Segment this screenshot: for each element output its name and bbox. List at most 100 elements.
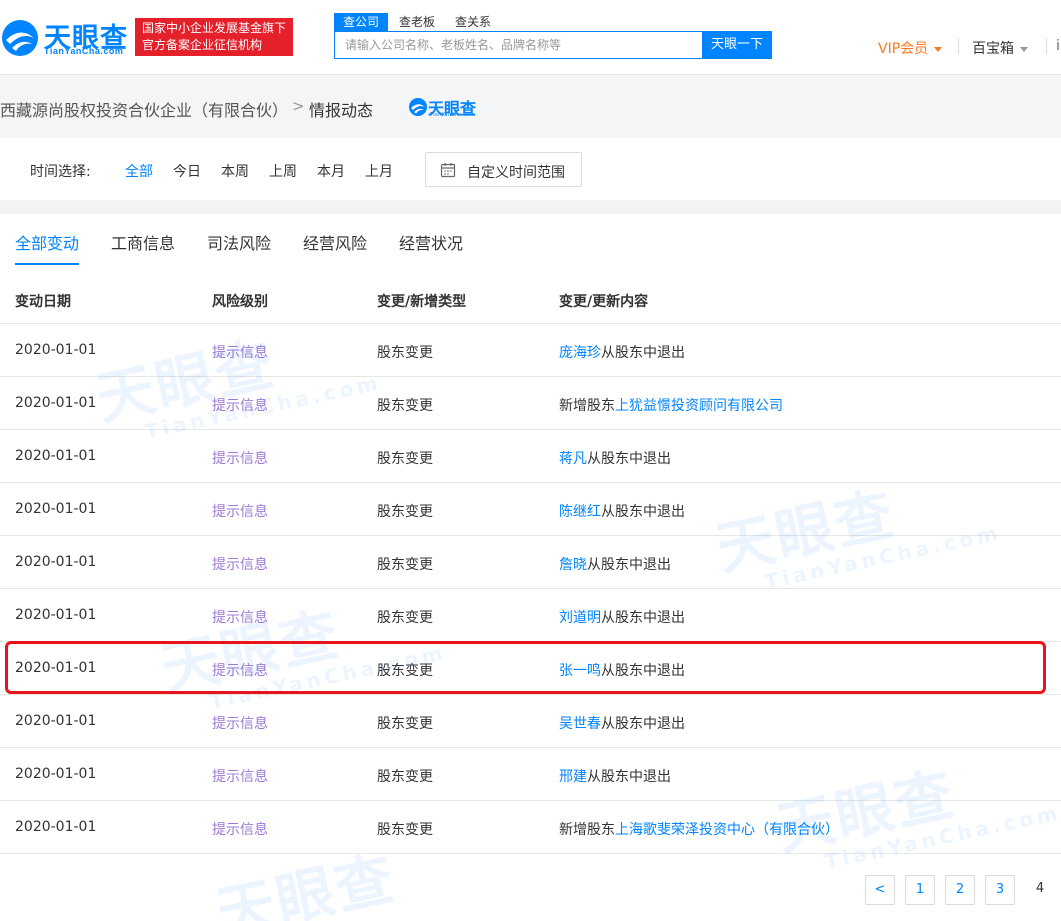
shareholder-link[interactable]: 吴世春 (559, 716, 601, 732)
logo-eye-icon (409, 98, 427, 116)
pagination-prev-button[interactable]: < (865, 875, 895, 905)
table-header: 变动日期 风险级别 变更/新增类型 变更/更新内容 (0, 266, 1061, 324)
content-suffix: 从股东中退出 (587, 451, 671, 467)
changes-panel: 全部变动 工商信息 司法风险 经营风险 经营状况 变动日期 风险级别 变更/新增… (0, 214, 1061, 921)
tab-all-changes[interactable]: 全部变动 (15, 230, 79, 254)
row-date: 2020-01-01 (15, 819, 97, 835)
breadcrumb-logo-subtext: TianYanCha.com (430, 112, 476, 118)
row-date: 2020-01-01 (15, 660, 97, 676)
time-filter: 时间选择: 全部 今日 本周 上周 本月 上月 自定义时间范围 (0, 138, 1061, 200)
shareholder-link[interactable]: 刘道明 (559, 610, 601, 626)
pagination-current-page: 4 (1025, 875, 1055, 905)
row-risk-level: 提示信息 (212, 663, 268, 679)
row-change-content: 蒋凡从股东中退出 (559, 448, 671, 468)
row-change-content: 刘道明从股东中退出 (559, 607, 685, 627)
row-change-content: 邢建从股东中退出 (559, 766, 671, 786)
row-change-content: 庞海珍从股东中退出 (559, 342, 685, 362)
search-button[interactable]: 天眼一下 (702, 31, 772, 59)
time-option-this-week[interactable]: 本周 (221, 161, 249, 181)
shareholder-link[interactable]: 张一鸣 (559, 663, 601, 679)
logo-subtext: TianYanCha.com (44, 46, 124, 56)
row-change-content: 陈继红从股东中退出 (559, 501, 685, 521)
column-header-risk: 风险级别 (212, 294, 268, 310)
row-risk-level: 提示信息 (212, 504, 268, 520)
slogan-line-2: 官方备案企业征信机构 (142, 38, 263, 52)
toolbox-menu[interactable]: 百宝箱 (972, 38, 1028, 58)
breadcrumb-company[interactable]: 西藏源尚股权投资合伙企业（有限合伙） (0, 97, 288, 121)
tab-operation-risk[interactable]: 经营风险 (303, 230, 367, 254)
table-row: 2020-01-01 提示信息 股东变更 新增股东上犹益憬投资顾问有限公司 (0, 377, 1061, 430)
breadcrumb-logo: 天眼查 TianYanCha.com (408, 95, 488, 121)
row-change-type: 股东变更 (377, 663, 433, 679)
table-row: 2020-01-01 提示信息 股东变更 庞海珍从股东中退出 (0, 324, 1061, 377)
custom-range-button[interactable]: 自定义时间范围 (425, 152, 582, 187)
shareholder-link[interactable]: 上犹益憬投资顾问有限公司 (615, 398, 783, 414)
active-tab-indicator (15, 263, 79, 265)
site-logo[interactable]: 天眼查 TianYanCha.com (0, 14, 130, 60)
row-change-type: 股东变更 (377, 345, 433, 361)
header-divider (1046, 38, 1047, 54)
row-change-content: 詹晓从股东中退出 (559, 554, 671, 574)
search-box: 天眼一下 (334, 31, 772, 59)
row-change-type: 股东变更 (377, 504, 433, 520)
row-change-type: 股东变更 (377, 716, 433, 732)
row-change-content: 张一鸣从股东中退出 (559, 660, 685, 680)
content-suffix: 从股东中退出 (587, 557, 671, 573)
pagination-page-3[interactable]: 3 (985, 875, 1015, 905)
header-divider (958, 38, 959, 54)
column-header-content: 变更/更新内容 (559, 294, 649, 310)
vip-menu[interactable]: VIP会员 (878, 38, 943, 58)
time-option-today[interactable]: 今日 (173, 161, 201, 181)
row-change-type: 股东变更 (377, 451, 433, 467)
table-body: 2020-01-01 提示信息 股东变更 庞海珍从股东中退出 2020-01-01 提示信… (0, 324, 1061, 854)
row-date: 2020-01-01 (15, 448, 97, 464)
search-tab-relation[interactable]: 查关系 (446, 13, 500, 31)
content-suffix: 从股东中退出 (587, 769, 671, 785)
pagination-page-1[interactable]: 1 (905, 875, 935, 905)
search-tabs: 查公司 查老板 查关系 (334, 13, 502, 31)
time-filter-label: 时间选择: (30, 164, 91, 180)
search-tab-company[interactable]: 查公司 (334, 13, 389, 31)
table-row: 2020-01-01 提示信息 股东变更 詹晓从股东中退出 (0, 536, 1061, 589)
time-option-all[interactable]: 全部 (125, 161, 153, 181)
row-change-type: 股东变更 (377, 822, 433, 838)
time-option-last-month[interactable]: 上月 (365, 161, 393, 181)
row-change-type: 股东变更 (377, 610, 433, 626)
column-header-date: 变动日期 (15, 294, 71, 310)
table-row: 2020-01-01 提示信息 股东变更 蒋凡从股东中退出 (0, 430, 1061, 483)
table-row: 2020-01-01 提示信息 股东变更 陈继红从股东中退出 (0, 483, 1061, 536)
row-date: 2020-01-01 (15, 766, 97, 782)
row-risk-level: 提示信息 (212, 716, 268, 732)
calendar-icon (440, 163, 456, 178)
tab-judicial-risk[interactable]: 司法风险 (207, 230, 271, 254)
row-change-content: 吴世春从股东中退出 (559, 713, 685, 733)
custom-range-label: 自定义时间范围 (467, 165, 565, 181)
search-tab-boss[interactable]: 查老板 (390, 13, 444, 31)
time-option-this-month[interactable]: 本月 (317, 161, 345, 181)
shareholder-link[interactable]: 上海歌斐荣泽投资中心（有限合伙） (615, 822, 839, 838)
content-prefix: 新增股东 (559, 398, 615, 414)
table-row: 2020-01-01 提示信息 股东变更 刘道明从股东中退出 (0, 589, 1061, 642)
content-suffix: 从股东中退出 (601, 716, 685, 732)
content-prefix: 新增股东 (559, 822, 615, 838)
content-suffix: 从股东中退出 (601, 504, 685, 520)
shareholder-link[interactable]: 詹晓 (559, 557, 587, 573)
tab-business-info[interactable]: 工商信息 (111, 230, 175, 254)
row-date: 2020-01-01 (15, 342, 97, 358)
shareholder-link[interactable]: 庞海珍 (559, 345, 601, 361)
shareholder-link[interactable]: 邢建 (559, 769, 587, 785)
row-change-content: 新增股东上海歌斐荣泽投资中心（有限合伙） (559, 819, 839, 839)
row-risk-level: 提示信息 (212, 451, 268, 467)
pagination-page-2[interactable]: 2 (945, 875, 975, 905)
table-row: 2020-01-01 提示信息 股东变更 新增股东上海歌斐荣泽投资中心（有限合伙） (0, 801, 1061, 854)
slogan-line-1: 国家中小企业发展基金旗下 (142, 21, 287, 35)
row-risk-level: 提示信息 (212, 557, 268, 573)
time-option-last-week[interactable]: 上周 (269, 161, 297, 181)
breadcrumb-chevron-icon: > (292, 97, 305, 115)
header-more[interactable]: i (1056, 38, 1060, 54)
row-date: 2020-01-01 (15, 501, 97, 517)
shareholder-link[interactable]: 蒋凡 (559, 451, 587, 467)
shareholder-link[interactable]: 陈继红 (559, 504, 601, 520)
search-input[interactable] (335, 32, 703, 58)
tab-operation-status[interactable]: 经营状况 (399, 230, 463, 254)
